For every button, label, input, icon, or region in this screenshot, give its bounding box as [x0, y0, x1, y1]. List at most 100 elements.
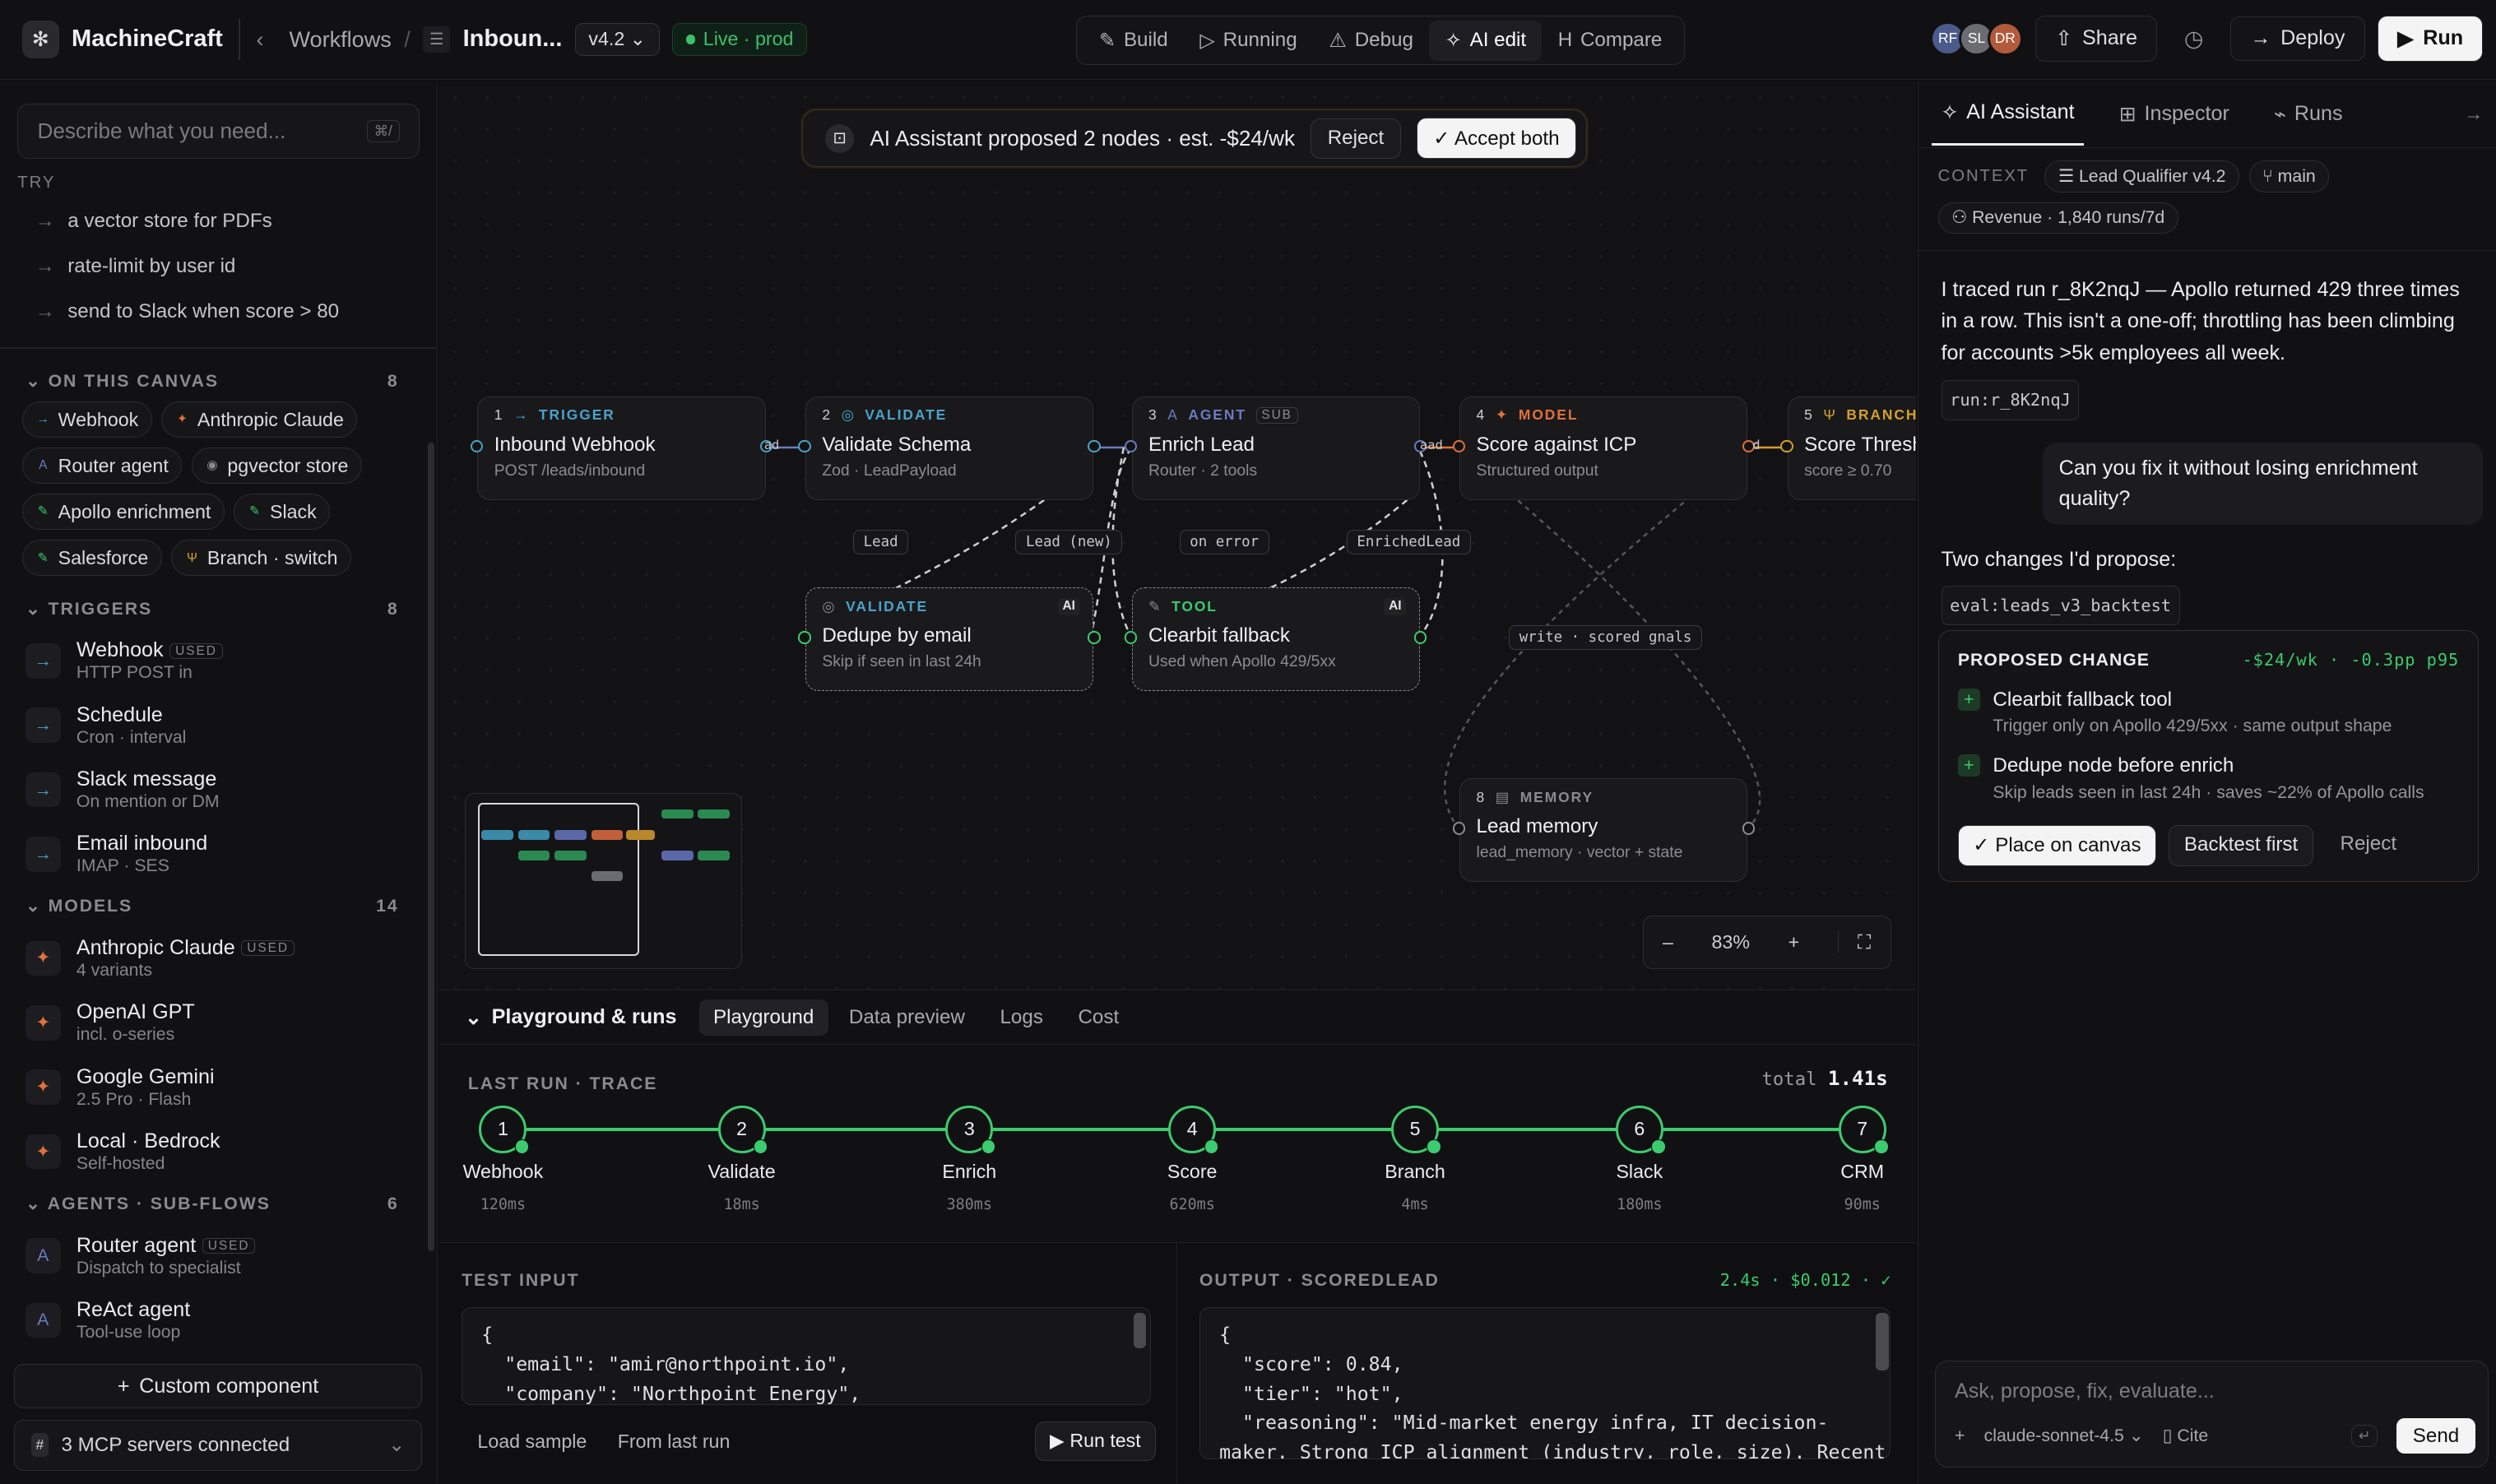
- node-model[interactable]: 4 ✦ MODEL Score against ICP Structured outpu…: [1452, 396, 1756, 500]
- version-select[interactable]: v4.2 ⌄: [574, 22, 660, 57]
- collapse-panel-icon[interactable]: →: [2464, 103, 2483, 125]
- zoom-in-button[interactable]: +: [1788, 931, 1800, 953]
- tab-data-preview[interactable]: Data preview: [834, 999, 979, 1035]
- output-port[interactable]: [1088, 631, 1101, 644]
- send-button[interactable]: Send: [2396, 1417, 2475, 1454]
- tab-inspector[interactable]: ⊞ Inspector: [2109, 85, 2239, 145]
- canvas-chip[interactable]: ✦ Anthropic Claude: [161, 401, 358, 438]
- tab-runs[interactable]: ⌁ Runs: [2264, 85, 2352, 145]
- add-attachment-icon[interactable]: +: [1955, 1426, 1965, 1446]
- share-button[interactable]: ⇧ Share: [2035, 16, 2158, 62]
- context-workflow[interactable]: ☰ Lead Qualifier v4.2: [2044, 160, 2239, 192]
- canvas-chip[interactable]: ✎ Apollo enrichment: [22, 493, 225, 531]
- ai-proposed-node[interactable]: ✎ TOOL AI Clearbit fallback Used when Apollo…: [1124, 587, 1427, 691]
- backtest-first-button[interactable]: Backtest first: [2169, 824, 2313, 866]
- output-port[interactable]: [1414, 631, 1427, 644]
- app-logo[interactable]: ✻ MachineCraft: [0, 20, 223, 59]
- deploy-button[interactable]: → Deploy: [2230, 16, 2365, 62]
- trace-step[interactable]: 1 Webhook 120ms: [439, 1105, 567, 1213]
- library-item[interactable]: ✦ OpenAI GPT incl. o-series: [0, 990, 437, 1055]
- zoom-out-button[interactable]: –: [1663, 931, 1673, 953]
- history-icon[interactable]: ◷: [2170, 26, 2218, 52]
- node-validate[interactable]: 2 ◎ VALIDATE Validate Schema Zod · LeadPaylo…: [798, 396, 1101, 500]
- library-item[interactable]: ✦ Google Gemini 2.5 Pro · Flash: [0, 1055, 437, 1119]
- ai-proposed-node[interactable]: ◎ VALIDATE AI Dedupe by email Skip if seen i…: [798, 587, 1101, 691]
- section-on-canvas[interactable]: ⌄ ON THIS CANVAS 8: [0, 362, 437, 401]
- breadcrumb-workflows[interactable]: Workflows: [289, 26, 391, 53]
- tab-cost[interactable]: Cost: [1064, 999, 1134, 1035]
- context-branch[interactable]: ⑂ main: [2248, 160, 2330, 192]
- library-item[interactable]: ✦ Local · Bedrock Self-hosted: [0, 1120, 437, 1184]
- node-branch[interactable]: 5Ψ BRANCH Score Threshold score ≥ 0.70: [1780, 396, 1917, 500]
- library-item[interactable]: ✦ Anthropic Claude USED 4 variants: [0, 926, 437, 990]
- playground-toggle[interactable]: ⌄ Playground & runs: [465, 1005, 677, 1030]
- custom-component-button[interactable]: + Custom component: [14, 1364, 422, 1409]
- canvas-chip[interactable]: ✎ Slack: [234, 493, 331, 531]
- reject-proposal-button[interactable]: Reject: [2326, 825, 2410, 866]
- library-item[interactable]: A ReAct agent Tool-use loop: [0, 1288, 437, 1352]
- mode-compare[interactable]: H Compare: [1542, 21, 1677, 60]
- input-port[interactable]: [1452, 822, 1465, 835]
- canvas-chip[interactable]: → Webhook: [22, 401, 152, 438]
- section-models[interactable]: ⌄ MODELS 14: [0, 887, 437, 926]
- load-sample-button[interactable]: Load sample: [477, 1431, 587, 1453]
- try-suggestion[interactable]: → a vector store for PDFs: [0, 199, 437, 244]
- section-triggers[interactable]: ⌄ TRIGGERS 8: [0, 589, 437, 628]
- trace-step[interactable]: 7 CRM 90ms: [1798, 1105, 1926, 1213]
- test-input-editor[interactable]: { "email": "amir@northpoint.io", "compan…: [462, 1306, 1151, 1406]
- output-port[interactable]: [1742, 822, 1756, 835]
- trace-step[interactable]: 3 Enrich 380ms: [906, 1105, 1033, 1213]
- input-port[interactable]: [470, 439, 484, 453]
- node-memory[interactable]: 8 ▤ MEMORY Lead memory lead_memory · vector …: [1452, 778, 1756, 882]
- mode-ai-edit[interactable]: ✧ AI edit: [1429, 21, 1543, 61]
- avatar[interactable]: DR: [1988, 21, 2023, 57]
- model-select[interactable]: claude-sonnet-4.5 ⌄: [1984, 1426, 2144, 1446]
- context-team[interactable]: ⚇ Revenue · 1,840 runs/7d: [1937, 202, 2178, 234]
- trace-step[interactable]: 6 Slack 180ms: [1575, 1105, 1703, 1213]
- chat-input[interactable]: Ask, propose, fix, evaluate... + claude-…: [1934, 1361, 2489, 1468]
- workflow-canvas[interactable]: ⊡ AI Assistant proposed 2 nodes · est. -…: [439, 81, 1917, 990]
- mode-build[interactable]: ✎ Build: [1083, 21, 1184, 60]
- input-port[interactable]: [1124, 439, 1138, 453]
- eval-reference[interactable]: eval:leads_v3_backtest: [1941, 585, 2180, 626]
- tab-logs[interactable]: Logs: [986, 999, 1057, 1035]
- back-icon[interactable]: ‹: [256, 26, 263, 53]
- from-last-run-button[interactable]: From last run: [618, 1431, 731, 1453]
- minimap[interactable]: [464, 792, 742, 970]
- try-suggestion[interactable]: → send to Slack when score > 80: [0, 290, 437, 335]
- tab-ai-assistant[interactable]: ✧ AI Assistant: [1931, 83, 2085, 146]
- library-item[interactable]: → Webhook USED HTTP POST in: [0, 628, 437, 693]
- node-trigger[interactable]: 1 → TRIGGER Inbound Webhook POST /leads/inbo…: [470, 396, 773, 500]
- input-port[interactable]: [1452, 439, 1465, 453]
- library-item[interactable]: A Router agent USED Dispatch to specialist: [0, 1223, 437, 1287]
- run-test-button[interactable]: ▶ Run test: [1034, 1421, 1157, 1462]
- run-button[interactable]: ▶ Run: [2378, 16, 2484, 62]
- trace-step[interactable]: 2 Validate 18ms: [678, 1105, 805, 1213]
- try-suggestion[interactable]: → rate-limit by user id: [0, 244, 437, 290]
- canvas-chip[interactable]: Ψ Branch · switch: [171, 540, 351, 577]
- input-port[interactable]: [798, 439, 811, 453]
- library-item[interactable]: → Slack message On mention or DM: [0, 758, 437, 822]
- input-port[interactable]: [798, 631, 811, 644]
- sidebar-scrollbar[interactable]: [428, 442, 435, 1251]
- trace-step[interactable]: 4 Score 620ms: [1129, 1105, 1256, 1213]
- library-item[interactable]: → Email inbound IMAP · SES: [0, 822, 437, 886]
- input-port[interactable]: [1780, 439, 1793, 453]
- output-scrollbar[interactable]: [1876, 1313, 1889, 1370]
- search-input[interactable]: Describe what you need... ⌘/: [17, 103, 420, 160]
- breadcrumb-current[interactable]: Inboun...: [463, 26, 563, 53]
- mcp-status[interactable]: #3 MCP servers connected ⌄: [14, 1419, 422, 1471]
- tab-playground[interactable]: Playground: [698, 999, 828, 1036]
- canvas-chip[interactable]: A Router agent: [22, 447, 183, 485]
- canvas-chip[interactable]: ✎ Salesforce: [22, 540, 162, 577]
- cite-button[interactable]: ▯ Cite: [2163, 1426, 2208, 1446]
- canvas-chip[interactable]: ◉ pgvector store: [191, 447, 362, 485]
- mode-debug[interactable]: ⚠ Debug: [1313, 21, 1429, 60]
- trace-step[interactable]: 5 Branch 4ms: [1352, 1105, 1479, 1213]
- mode-running[interactable]: ▷ Running: [1184, 21, 1313, 60]
- run-reference[interactable]: run:r_8K2nqJ: [1941, 380, 2080, 420]
- section-agents[interactable]: ⌄ AGENTS · SUB-FLOWS 6: [0, 1184, 437, 1223]
- input-port[interactable]: [1124, 631, 1138, 644]
- fullscreen-icon[interactable]: ⛶: [1837, 930, 1871, 953]
- editor-scrollbar[interactable]: [1133, 1313, 1147, 1348]
